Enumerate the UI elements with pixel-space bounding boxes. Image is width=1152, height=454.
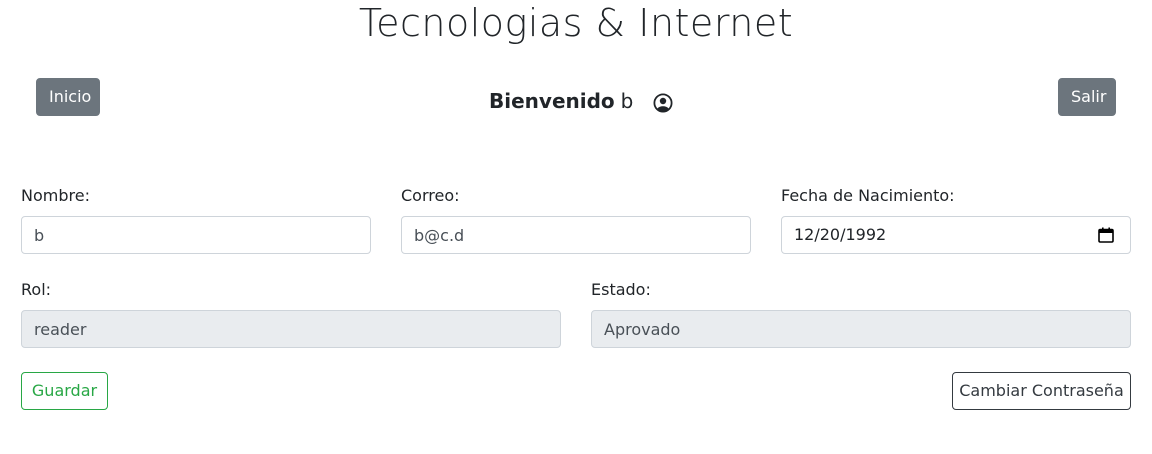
calendar-icon[interactable]	[1098, 227, 1114, 243]
user-circle-icon[interactable]	[653, 93, 673, 113]
birthdate-value: 12/20/1992	[794, 225, 887, 244]
change-password-button[interactable]: Cambiar Contraseña	[952, 372, 1131, 410]
email-label: Correo:	[401, 186, 460, 205]
role-input	[21, 310, 561, 348]
birthdate-input[interactable]: 12/20/1992	[781, 216, 1131, 254]
home-button[interactable]: Inicio	[36, 78, 100, 116]
welcome-label: Bienvenido	[489, 89, 615, 113]
email-input[interactable]	[401, 216, 751, 254]
name-input[interactable]	[21, 216, 371, 254]
name-label: Nombre:	[21, 186, 90, 205]
status-input	[591, 310, 1131, 348]
site-title: Tecnologias & Internet	[358, 1, 794, 45]
status-label: Estado:	[591, 280, 651, 299]
username: b	[620, 89, 634, 113]
welcome-message: Bienvenido b	[489, 88, 673, 114]
save-button[interactable]: Guardar	[21, 372, 108, 410]
birthdate-label: Fecha de Nacimiento:	[781, 186, 955, 205]
role-label: Rol:	[21, 280, 52, 299]
logout-button[interactable]: Salir	[1058, 78, 1116, 116]
